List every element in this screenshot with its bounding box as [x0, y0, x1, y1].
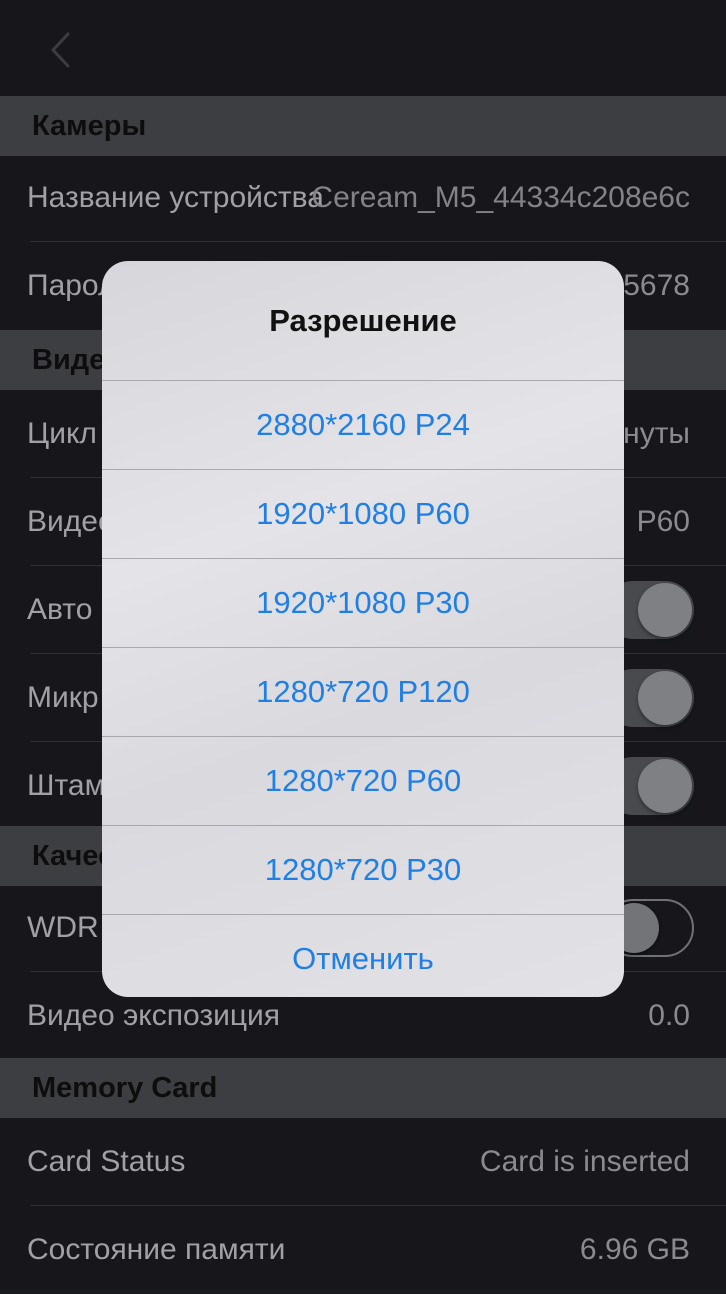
- dialog-title: Разрешение: [102, 261, 624, 381]
- resolution-option[interactable]: 2880*2160 P24: [102, 381, 624, 470]
- resolution-option[interactable]: 1920*1080 P30: [102, 559, 624, 648]
- resolution-dialog: Разрешение 2880*2160 P24 1920*1080 P60 1…: [102, 261, 624, 997]
- resolution-option[interactable]: 1920*1080 P60: [102, 470, 624, 559]
- resolution-option[interactable]: 1280*720 P30: [102, 826, 624, 915]
- resolution-option[interactable]: 1280*720 P120: [102, 648, 624, 737]
- resolution-option[interactable]: 1280*720 P60: [102, 737, 624, 826]
- cancel-button[interactable]: Отменить: [102, 915, 624, 997]
